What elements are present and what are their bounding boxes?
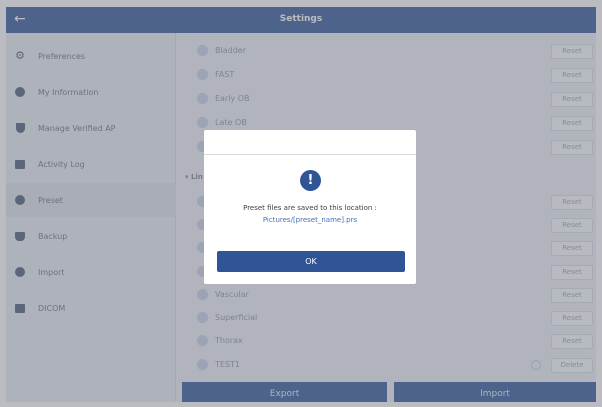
info-alert-icon: !: [300, 170, 321, 191]
dialog-divider: [204, 154, 416, 155]
ok-button[interactable]: OK: [217, 251, 405, 272]
info-dialog: ! Preset files are saved to this locatio…: [204, 130, 416, 284]
dialog-message: Preset files are saved to this location …: [243, 204, 377, 212]
dialog-file-path: Pictures/[preset_name].prs: [262, 216, 358, 224]
